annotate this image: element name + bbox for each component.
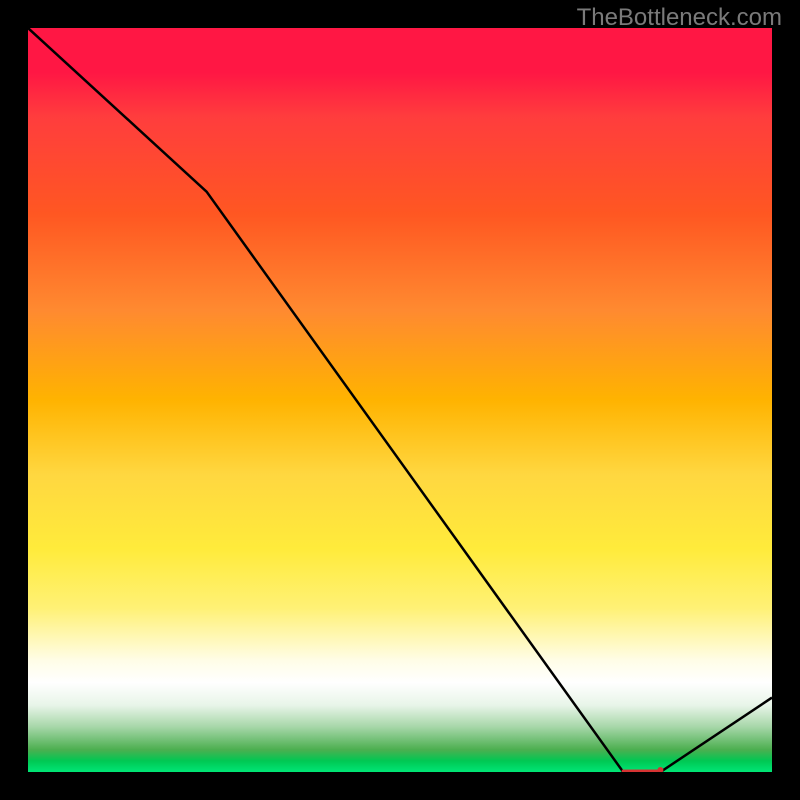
- plot-area: [28, 28, 772, 772]
- chart-line-layer: [28, 28, 772, 772]
- chart-line-path: [28, 28, 772, 772]
- watermark-text: TheBottleneck.com: [577, 4, 782, 32]
- chart-dotted-segment: [623, 767, 663, 772]
